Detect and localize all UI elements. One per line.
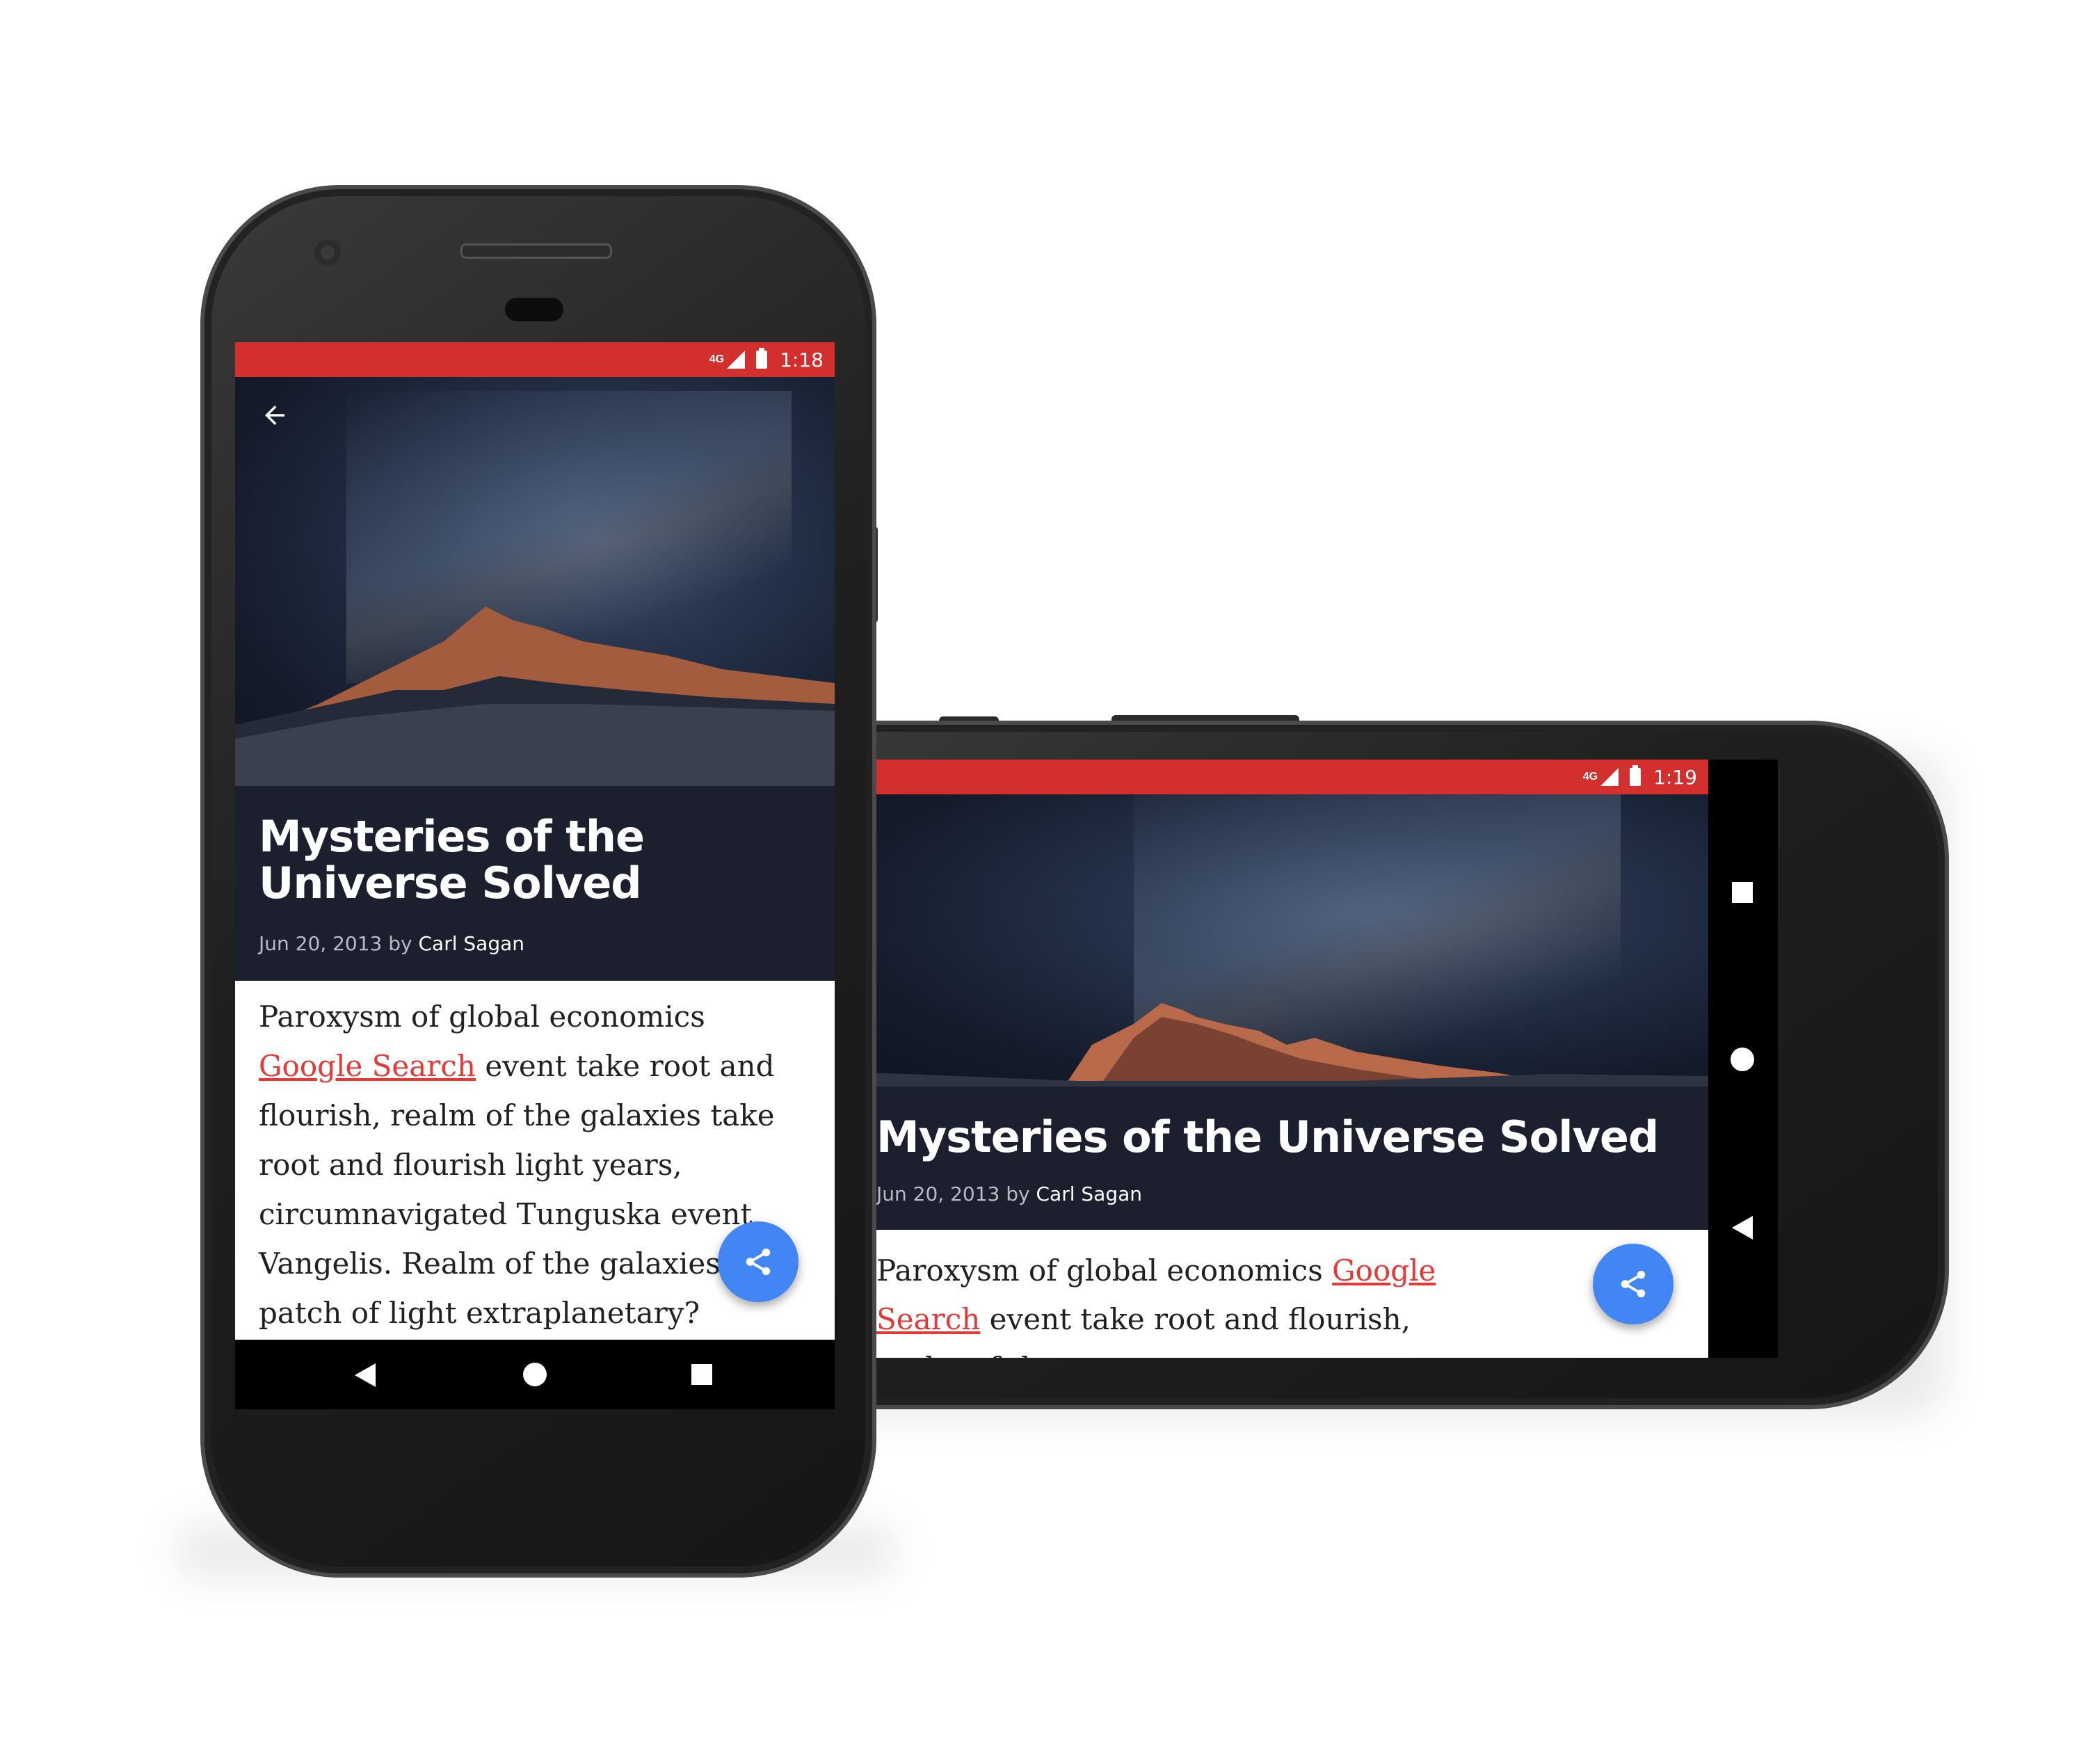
article-by: by <box>388 932 412 955</box>
back-button[interactable] <box>260 401 289 433</box>
signal-icon <box>1600 768 1619 786</box>
article-meta: Jun 20, 2013 by Carl Sagan <box>259 932 524 955</box>
earpiece-sensor <box>505 298 563 321</box>
circle-home-icon[interactable] <box>1731 1048 1754 1071</box>
article-meta: Jun 20, 2013 by Carl Sagan <box>876 1182 1142 1205</box>
article-date: Jun 20, 2013 <box>876 1182 1000 1205</box>
triangle-back-icon[interactable] <box>355 1363 376 1387</box>
mountain-image <box>869 1003 1708 1087</box>
status-time: 1:18 <box>780 348 824 371</box>
landscape-title-section: Mysteries of the Universe Solved Jun 20,… <box>869 1087 1708 1230</box>
network-type: 4G <box>1582 771 1598 783</box>
portrait-nav-bar <box>235 1340 835 1409</box>
share-icon <box>1621 1270 1646 1298</box>
portrait-status-bar: 4G 1:18 <box>235 342 835 377</box>
portrait-screen: 4G 1:18 Mysteries of the Universe Solved… <box>235 342 835 1409</box>
landscape-status-bar: 4G 1:19 <box>869 760 1708 794</box>
share-icon <box>746 1248 771 1276</box>
article-author: Carl Sagan <box>418 932 525 955</box>
arrow-back-icon <box>265 406 284 425</box>
portrait-hero-image <box>235 377 835 786</box>
status-time: 1:19 <box>1653 765 1697 789</box>
square-recents-icon[interactable] <box>1732 882 1753 903</box>
body-text-start: Paroxysm of global economics <box>259 1000 705 1034</box>
article-by: by <box>1006 1182 1030 1205</box>
mountain-image <box>235 607 835 786</box>
article-title: Mysteries of the Universe Solved <box>259 811 645 908</box>
square-recents-icon[interactable] <box>691 1364 712 1385</box>
landscape-article-body: Paroxysm of global economics Google Sear… <box>869 1230 1708 1358</box>
article-title: Mysteries of the Universe Solved <box>876 1112 1659 1162</box>
body-text-rest: event take root and flourish, realm of t… <box>259 1049 789 1330</box>
battery-icon <box>756 348 768 369</box>
article-date: Jun 20, 2013 <box>259 932 383 955</box>
network-type: 4G <box>709 353 725 365</box>
portrait-title-section: Mysteries of the Universe Solved Jun 20,… <box>235 786 835 981</box>
landscape-nav-bar <box>1708 760 1778 1358</box>
front-camera <box>314 239 341 266</box>
google-search-link[interactable]: Google Search <box>259 1049 476 1083</box>
body-text-start: Paroxysm of global economics <box>876 1253 1333 1288</box>
share-fab[interactable] <box>718 1221 798 1302</box>
article-author: Carl Sagan <box>1036 1182 1143 1205</box>
battery-icon <box>1630 765 1642 786</box>
signal-icon <box>727 351 746 369</box>
triangle-back-icon[interactable] <box>1732 1216 1753 1240</box>
share-fab[interactable] <box>1593 1244 1673 1324</box>
article-paragraph: Paroxysm of global economics Google Sear… <box>869 1230 1502 1358</box>
landscape-hero-image <box>869 794 1708 1087</box>
speaker-grille <box>460 243 612 259</box>
circle-home-icon[interactable] <box>523 1363 547 1386</box>
landscape-screen: 4G 1:19 Mysteries of the Universe Solved… <box>869 760 1778 1358</box>
